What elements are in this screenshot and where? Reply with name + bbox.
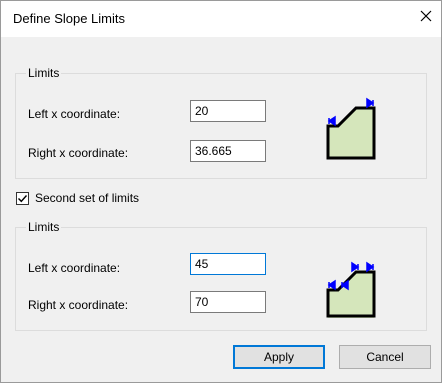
dialog-title: Define Slope Limits	[13, 11, 125, 26]
left-x-label-2: Left x coordinate:	[28, 261, 121, 275]
limits-group-2: Limits Left x coordinate: Right x coordi…	[15, 220, 427, 331]
close-button[interactable]	[411, 1, 441, 31]
cancel-button[interactable]: Cancel	[339, 345, 431, 369]
second-set-checkbox[interactable]	[16, 191, 29, 205]
right-x-input-1[interactable]	[190, 140, 266, 162]
second-set-checkbox-row[interactable]: Second set of limits	[16, 191, 139, 205]
right-x-label-1: Right x coordinate:	[28, 146, 129, 160]
right-x-label-2: Right x coordinate:	[28, 298, 129, 312]
checkmark-icon	[18, 194, 28, 202]
apply-button[interactable]: Apply	[233, 345, 325, 369]
slope-single-limit-icon	[326, 97, 376, 160]
close-icon	[420, 10, 432, 22]
right-x-input-2[interactable]	[190, 291, 266, 313]
define-slope-limits-dialog: Define Slope Limits Limits Left x coordi…	[0, 0, 442, 383]
second-set-label: Second set of limits	[35, 191, 140, 205]
slope-double-limit-icon	[326, 261, 376, 318]
limits-group-1: Limits Left x coordinate: Right x coordi…	[15, 66, 427, 179]
title-bar: Define Slope Limits	[1, 1, 441, 37]
left-x-input-2[interactable]	[190, 253, 266, 275]
left-x-input-1[interactable]	[190, 100, 266, 122]
limits-group-1-label: Limits	[26, 66, 62, 80]
limits-group-2-label: Limits	[26, 220, 62, 234]
left-x-label-1: Left x coordinate:	[28, 107, 121, 121]
